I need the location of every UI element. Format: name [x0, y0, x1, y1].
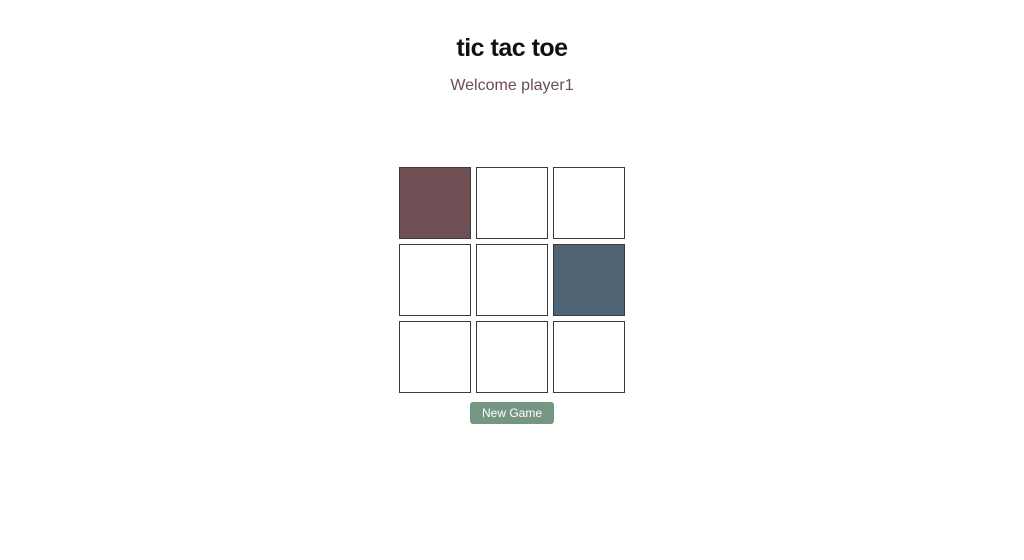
cell-0-0[interactable] [399, 167, 471, 239]
cell-2-0[interactable] [399, 321, 471, 393]
cell-1-1[interactable] [476, 244, 548, 316]
new-game-button[interactable]: New Game [470, 402, 554, 424]
cell-1-2[interactable] [553, 244, 625, 316]
cell-1-0[interactable] [399, 244, 471, 316]
page-title: tic tac toe [456, 34, 567, 63]
cell-0-1[interactable] [476, 167, 548, 239]
welcome-message: Welcome player1 [450, 77, 573, 95]
cell-2-1[interactable] [476, 321, 548, 393]
game-board [399, 167, 625, 393]
cell-0-2[interactable] [553, 167, 625, 239]
cell-2-2[interactable] [553, 321, 625, 393]
